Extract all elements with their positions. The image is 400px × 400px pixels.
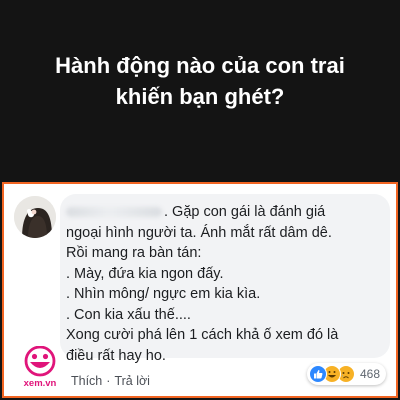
watermark-text: xem.vn bbox=[23, 378, 57, 389]
comment-line: Rồi mang ra bàn tán: bbox=[66, 245, 202, 261]
reaction-count: 468 bbox=[359, 367, 380, 381]
comment-actions: Thích · Trả lời bbox=[71, 374, 150, 388]
separator: · bbox=[106, 374, 111, 388]
comment-text: . Gặp con gái là đánh giá bbox=[164, 204, 326, 220]
headline-line-2: khiến bạn ghét? bbox=[115, 84, 285, 109]
comment-line: . Nhìn mông/ ngực em kia kìa. bbox=[66, 286, 261, 302]
avatar[interactable] bbox=[14, 196, 56, 238]
reaction-summary[interactable]: 468 bbox=[306, 363, 386, 385]
smiley-logo-icon bbox=[24, 345, 56, 377]
comment-line: . Con kia xấu thế.... bbox=[66, 306, 191, 323]
comment-card: . Gặp con gái là đánh giá ngoại hình ngư… bbox=[2, 182, 398, 398]
meme-page: Hành động nào của con trai khiến bạn ghé… bbox=[0, 0, 400, 400]
avatar-photo bbox=[14, 196, 56, 238]
xemvn-logo: xem.vn bbox=[18, 345, 62, 390]
comment-line: . Mày, đứa kia ngon đấy. bbox=[66, 265, 224, 282]
comment-line: ngoại hình người ta. Ánh mắt rất dâm dê. bbox=[66, 224, 332, 241]
headline: Hành động nào của con trai khiến bạn ghé… bbox=[0, 50, 400, 112]
comment-line: . Gặp con gái là đánh giá bbox=[66, 202, 390, 223]
commenter-name-blurred[interactable] bbox=[66, 207, 162, 218]
comment-bubble: . Gặp con gái là đánh giá ngoại hình ngư… bbox=[60, 194, 390, 364]
comment-line: Xong cười phá lên 1 cách khả ố xem đó là bbox=[66, 327, 339, 343]
headline-line-1: Hành động nào của con trai bbox=[55, 53, 345, 78]
reply-link[interactable]: Trả lời bbox=[114, 374, 150, 388]
like-icon bbox=[308, 365, 327, 383]
like-link[interactable]: Thích bbox=[71, 374, 102, 388]
